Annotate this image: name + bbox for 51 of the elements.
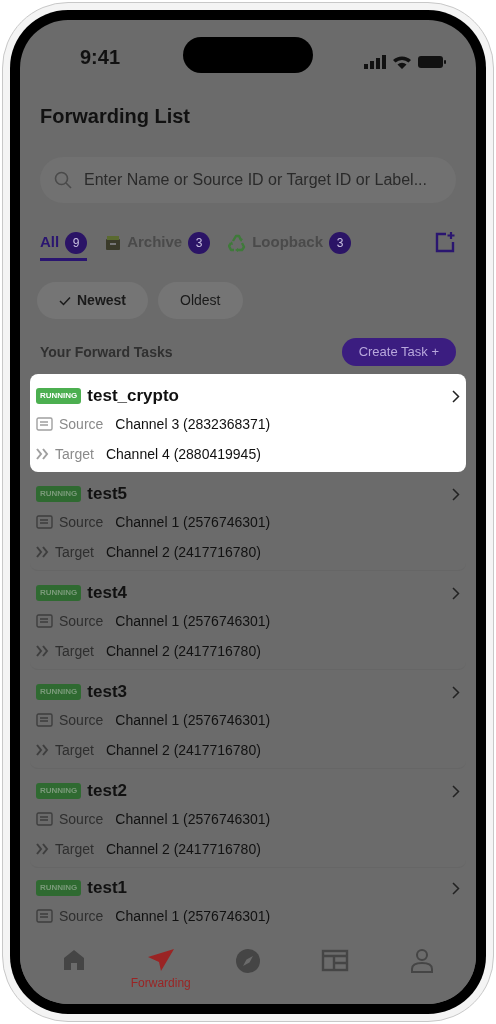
field-label: Target: [55, 542, 94, 562]
task-name: test_crypto: [87, 385, 179, 408]
count-badge: 3: [329, 231, 352, 254]
channel-value: Channel 2 (2417716780): [105, 740, 261, 760]
channel-value: Channel 2 (2417716780): [105, 641, 261, 661]
field-label: Source: [59, 611, 104, 631]
task-name: test5: [87, 483, 128, 506]
channel-value: Channel 2 (2417716780): [105, 542, 261, 562]
field-label: Source: [59, 906, 104, 926]
field-label: Source: [59, 414, 104, 434]
sort-chip[interactable]: Oldest: [158, 282, 243, 319]
channel-value: Channel 1 (2576746301): [115, 611, 271, 631]
status-badge: RUNNING: [36, 486, 82, 502]
status-badge: RUNNING: [36, 684, 82, 700]
field-label: Source: [59, 512, 104, 532]
task-row[interactable]: RUNNING test5 Source Channel 1 (2576746301) Target Channel 2 (2417716780): [30, 472, 466, 571]
task-card[interactable]: RUNNING test_crypto Source Channel 3 (2832368371) Target Channel 4 (2880419945): [30, 374, 466, 472]
channel-value: Channel 1 (2576746301): [115, 512, 271, 532]
channel-value: Channel 4 (2880419945): [105, 444, 261, 464]
channel-value: Channel 1 (2576746301): [115, 906, 271, 926]
channel-value: Channel 3 (2832368371): [115, 414, 271, 434]
status-badge: RUNNING: [36, 880, 82, 896]
status-badge: RUNNING: [36, 388, 82, 404]
status-badge: RUNNING: [36, 585, 82, 601]
clock-time: 9:41: [80, 45, 121, 70]
field-label: Target: [55, 444, 94, 464]
task-name: test1: [87, 877, 128, 900]
task-row[interactable]: RUNNING test4 Source Channel 1 (2576746301) Target Channel 2 (2417716780): [30, 571, 466, 670]
channel-value: Channel 1 (2576746301): [115, 809, 271, 829]
channel-value: Channel 1 (2576746301): [115, 710, 271, 730]
count-badge: 9: [65, 231, 88, 254]
task-row[interactable]: RUNNING test1 Source Channel 1 (2576746301): [30, 868, 466, 930]
task-name: test2: [87, 780, 128, 803]
sort-chip[interactable]: Newest: [37, 282, 149, 319]
tab[interactable]: All 9: [40, 223, 88, 261]
task-name: test4: [87, 582, 128, 605]
task-name: test3: [87, 681, 128, 704]
field-label: Source: [59, 710, 104, 730]
create-task-button[interactable]: Create Task +: [341, 338, 456, 366]
page-title: Forwarding List: [40, 104, 191, 128]
section-title: Your Forward Tasks: [40, 342, 173, 362]
task-row[interactable]: RUNNING test3 Source Channel 1 (2576746301) Target Channel 2 (2417716780): [30, 670, 466, 769]
count-badge: 3: [188, 231, 211, 254]
field-label: Target: [55, 641, 94, 661]
field-label: Target: [55, 740, 94, 760]
field-label: Target: [55, 839, 94, 859]
task-row[interactable]: RUNNING test2 Source Channel 1 (2576746301) Target Channel 2 (2417716780): [30, 769, 466, 868]
search-field[interactable]: Enter Name or Source ID or Target ID or Label...: [40, 157, 456, 203]
status-badge: RUNNING: [36, 783, 82, 799]
channel-value: Channel 2 (2417716780): [105, 839, 261, 859]
field-label: Source: [59, 809, 104, 829]
